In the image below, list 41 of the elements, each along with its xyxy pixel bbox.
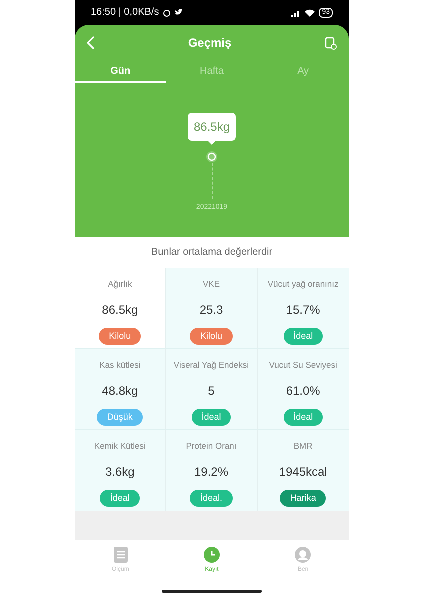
metric-value: 5 [208, 382, 215, 400]
metric-label: Vücut yağ oranınız [268, 278, 339, 291]
status-badge: İdeal [284, 328, 324, 346]
status-badge: Harika [280, 490, 326, 508]
metric-value: 48.8kg [102, 382, 138, 400]
tab[interactable]: Gün [75, 61, 166, 84]
metric-label: Protein Oranı [186, 440, 237, 453]
metric-label: Kemik Kütlesi [94, 440, 146, 453]
back-icon[interactable] [87, 36, 95, 50]
metric-label: VKE [202, 278, 220, 291]
metric-value: 86.5kg [102, 302, 138, 319]
data-point-icon [206, 151, 218, 164]
metric-label: BMR [294, 440, 313, 453]
page-title: Geçmiş [188, 35, 232, 52]
tab[interactable]: Hafta [166, 61, 258, 84]
status-time: 16:50 | 0,0KB/s [91, 6, 160, 20]
signal-icon [291, 8, 302, 17]
metric-label: Vucut Su Seviyesi [269, 359, 338, 372]
clock-icon [204, 547, 220, 563]
metric-value: 3.6kg [105, 464, 135, 481]
status-badge: Kilolu [99, 328, 142, 346]
status-badge: Kilolu [190, 328, 232, 346]
tab[interactable]: Ay [258, 61, 349, 84]
metric-value: 1945kcal [279, 464, 328, 481]
bird-icon [175, 9, 184, 16]
metric-value: 61.0% [286, 382, 320, 400]
status-badge: İdeal [192, 408, 232, 426]
metric-label: Kas kütlesi [100, 359, 141, 372]
status-badge: Düşük [97, 408, 143, 426]
wifi-icon [305, 8, 316, 17]
status-badge: İdeal. [190, 490, 232, 508]
metric-value: 15.7% [286, 302, 320, 319]
person-icon [295, 547, 312, 563]
metric-value: 25.3 [200, 302, 224, 319]
summary-note: Bunlar ortalama değerlerdir [150, 246, 274, 260]
metric-label: Ağırlık [108, 278, 132, 291]
metric-label: Viseral Yağ Endeksi [174, 359, 250, 372]
document-icon [114, 547, 128, 563]
metric-value: 19.2% [194, 464, 228, 481]
status-badge: İdeal [284, 408, 324, 426]
status-badge: İdeal [100, 490, 140, 508]
